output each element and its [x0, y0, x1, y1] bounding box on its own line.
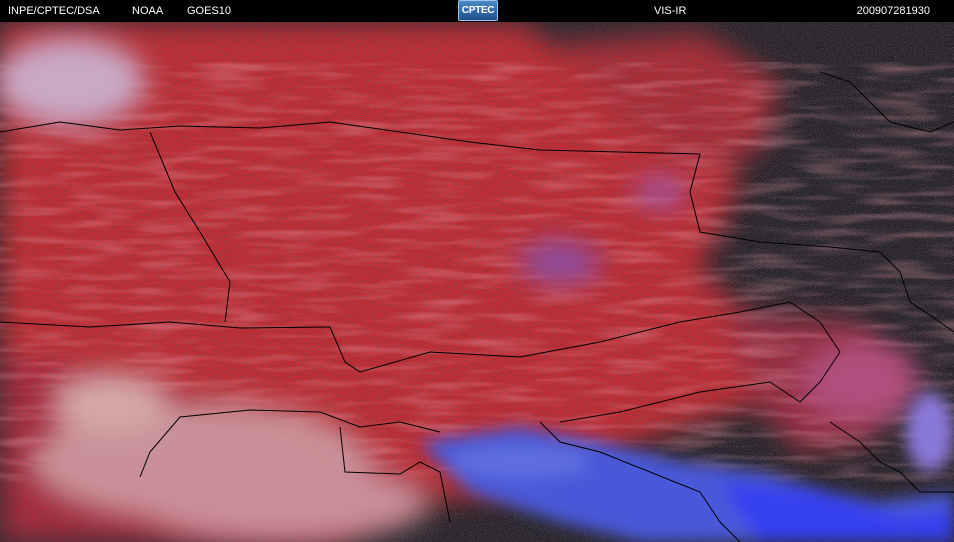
logo-text: CPTEC — [461, 5, 495, 16]
datetime-label: 200907281930 — [856, 5, 930, 17]
source-label: INPE/CPTEC/DSA — [8, 5, 100, 17]
satellite-composite — [0, 22, 954, 542]
cptec-logo-icon: CPTEC — [458, 0, 498, 21]
satellite-image — [0, 22, 954, 542]
agency-label: NOAA — [132, 5, 164, 17]
satellite-label: GOES10 — [187, 5, 232, 17]
channel-label: VIS-IR — [654, 5, 687, 17]
header-bar: INPE/CPTEC/DSA NOAA GOES10 CPTEC VIS-IR … — [0, 0, 954, 22]
